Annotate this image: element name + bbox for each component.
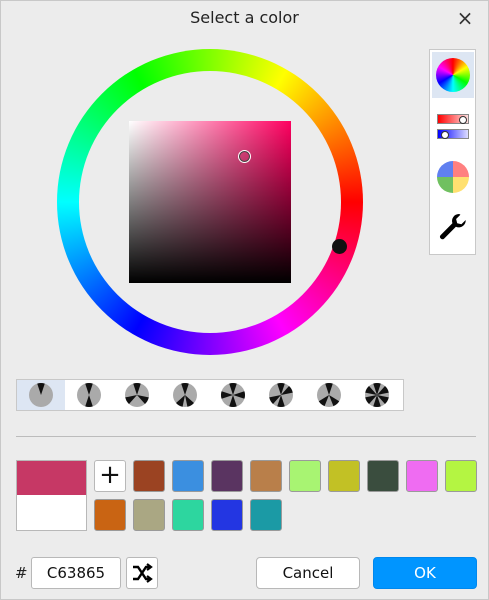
color-picker-dialog: Select a color × + # C63865 Cancel OK: [0, 0, 489, 600]
palette-swatch[interactable]: [445, 460, 477, 492]
old-color-preview[interactable]: [17, 495, 86, 530]
harmony-toolbar: [16, 379, 404, 411]
harmony-split-complementary-button[interactable]: [305, 380, 353, 410]
harmony-analogous-3-icon: [173, 383, 197, 407]
harmony-triad-icon: [125, 383, 149, 407]
hue-marker[interactable]: [332, 239, 347, 254]
palette-swatch[interactable]: [406, 460, 438, 492]
harmony-single-button[interactable]: [17, 380, 65, 410]
palette-mode-button[interactable]: [432, 154, 474, 200]
title-bar: Select a color ×: [1, 1, 488, 37]
harmony-tetrad-icon: [221, 383, 245, 407]
palette-swatch[interactable]: [172, 460, 204, 492]
palette-swatch[interactable]: [328, 460, 360, 492]
harmony-triad-button[interactable]: [113, 380, 161, 410]
mode-toolbar: [429, 49, 476, 255]
palette-swatch[interactable]: [289, 460, 321, 492]
wrench-icon: [440, 214, 466, 240]
palette-swatch[interactable]: [94, 499, 126, 531]
palette-swatch[interactable]: [211, 460, 243, 492]
color-wheel-icon: [436, 58, 470, 92]
sv-cursor[interactable]: [238, 150, 251, 163]
palette-swatch[interactable]: [133, 499, 165, 531]
ok-button[interactable]: OK: [373, 557, 477, 589]
new-color-preview: [17, 461, 86, 495]
harmony-hexad-button[interactable]: [353, 380, 401, 410]
hex-input[interactable]: C63865: [31, 557, 121, 589]
palette-swatch[interactable]: [172, 499, 204, 531]
palette-swatch[interactable]: [133, 460, 165, 492]
add-swatch-button[interactable]: +: [94, 460, 126, 492]
harmony-hexad-icon: [365, 383, 389, 407]
color-wheel-mode-button[interactable]: [432, 52, 474, 98]
color-preview: [16, 460, 87, 531]
harmony-square-icon: [269, 383, 293, 407]
palette-swatch[interactable]: [367, 460, 399, 492]
dialog-title: Select a color: [190, 8, 299, 27]
harmony-analogous-3-button[interactable]: [161, 380, 209, 410]
harmony-complementary-button[interactable]: [65, 380, 113, 410]
palette-swatch[interactable]: [211, 499, 243, 531]
sliders-mode-button[interactable]: [432, 104, 474, 150]
random-color-button[interactable]: [126, 557, 158, 589]
divider: [16, 436, 476, 437]
harmony-complementary-icon: [77, 383, 101, 407]
hash-label: #: [15, 564, 28, 582]
palette-wheel-icon: [437, 161, 469, 193]
settings-mode-button[interactable]: [432, 204, 474, 250]
sliders-icon: [437, 112, 469, 142]
harmony-tetrad-button[interactable]: [209, 380, 257, 410]
palette-swatch[interactable]: [250, 499, 282, 531]
saturation-value-square[interactable]: [129, 121, 291, 283]
shuffle-icon: [133, 563, 153, 583]
harmony-square-button[interactable]: [257, 380, 305, 410]
harmony-single-icon: [29, 383, 53, 407]
palette-swatch[interactable]: [250, 460, 282, 492]
close-icon[interactable]: ×: [454, 7, 476, 29]
harmony-split-complementary-icon: [317, 383, 341, 407]
cancel-button[interactable]: Cancel: [256, 557, 360, 589]
